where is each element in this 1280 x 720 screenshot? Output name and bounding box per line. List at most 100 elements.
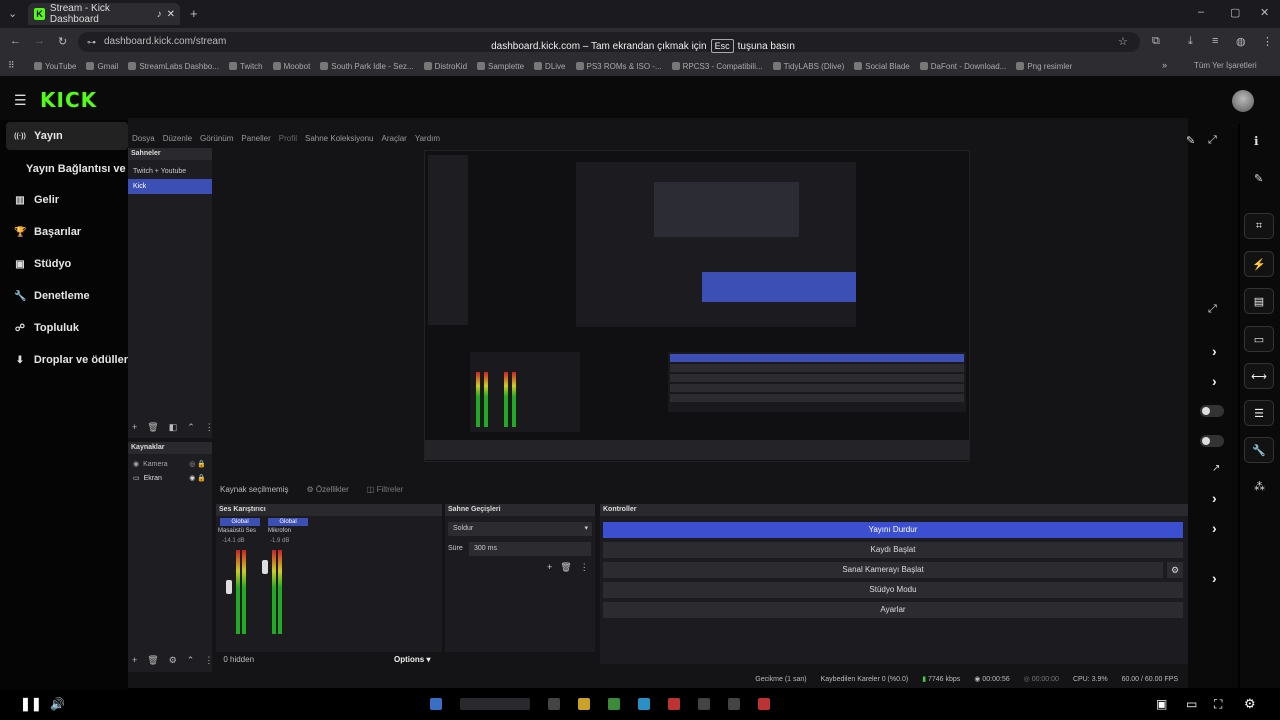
obs-menu-item[interactable]: Dosya (132, 134, 155, 143)
raid-icon[interactable]: ⟷ (1244, 363, 1274, 389)
bookmark-item[interactable]: Samplette (477, 62, 524, 71)
forward-icon[interactable]: → (34, 35, 45, 47)
bookmark-item[interactable]: Gmail (86, 62, 118, 71)
window-close-icon[interactable]: ✕ (1260, 6, 1269, 19)
all-bookmarks[interactable]: Tüm Yer İşaretleri (1194, 61, 1257, 70)
virtual-camera-settings-icon[interactable]: ⚙ (1167, 562, 1183, 578)
visibility-icon[interactable]: ◉ 🔒 (189, 472, 206, 486)
bookmark-item[interactable]: Twitch (228, 62, 263, 71)
minimize-icon[interactable]: – (1198, 6, 1204, 18)
apps-icon[interactable]: ⠿ (8, 60, 15, 71)
popout-icon[interactable]: ⤢ (1208, 303, 1217, 316)
download-icon[interactable]: ⤓ (1188, 35, 1193, 48)
scene-up-icon[interactable]: ⌃ (187, 422, 195, 433)
transition-more-icon[interactable]: ⋮ (580, 562, 589, 573)
chevron-right-icon[interactable]: › (1212, 490, 1217, 506)
volume-slider[interactable] (262, 560, 268, 574)
new-tab-icon[interactable]: + (190, 6, 198, 21)
obs-menu-item[interactable]: Görünüm (200, 134, 233, 143)
source-settings-icon[interactable]: ⚙ (169, 655, 177, 666)
sidebar-item[interactable]: 🏆 Başarılar (6, 218, 128, 246)
info-icon[interactable]: ℹ (1254, 134, 1259, 148)
scene-item[interactable]: Kick (128, 179, 212, 194)
maximize-icon[interactable]: ▢ (1230, 6, 1240, 19)
obs-menu-item[interactable]: Sahne Koleksiyonu (305, 134, 374, 143)
layout-icon[interactable]: ☰ (1244, 400, 1274, 426)
back-icon[interactable]: ← (10, 35, 21, 47)
kick-logo[interactable]: KICK (40, 88, 97, 112)
obs-menu-item[interactable]: Yardım (415, 134, 440, 143)
profile-icon[interactable]: ◍ (1236, 35, 1246, 48)
bookmark-item[interactable]: PS3 ROMs & ISO -... (575, 62, 662, 71)
obs-menu-item[interactable]: Profil (279, 134, 297, 143)
add-source-icon[interactable]: + (132, 655, 137, 666)
pause-icon[interactable]: ❚❚ (20, 696, 42, 712)
source-item[interactable]: ◉ Kamera ◎ 🔒 (128, 458, 212, 472)
sidebar-item[interactable]: ⬇ Droplar ve ödüller (6, 346, 128, 374)
fullscreen-icon[interactable]: ⛶ (1214, 697, 1222, 712)
menu-icon[interactable]: ⋮ (1262, 35, 1273, 48)
bookmark-item[interactable]: RPCS3 - Compatibili... (671, 62, 763, 71)
theater-icon[interactable]: ▭ (1186, 697, 1197, 711)
add-scene-icon[interactable]: + (132, 422, 137, 433)
start-recording-button[interactable]: Kaydı Başlat (603, 542, 1183, 558)
edit-icon[interactable]: ✎ (1186, 134, 1195, 147)
source-item[interactable]: ▭ Ekran ◉ 🔒 (128, 472, 212, 486)
popout-icon[interactable]: ⤢ (1208, 134, 1217, 147)
transition-select[interactable]: Soldur ▾ (448, 522, 592, 536)
clipboard-icon[interactable]: ▤ (1244, 288, 1274, 314)
filters-button[interactable]: ◫ Filtreler (367, 485, 403, 494)
sidebar-item[interactable]: Yayın Bağlantısı ve A (6, 155, 128, 183)
scene-item[interactable]: Twitch + Youtube (128, 164, 212, 179)
bookmark-item[interactable]: Moobot (272, 62, 310, 71)
options-button[interactable]: Options ▾ (394, 655, 430, 664)
site-info-icon[interactable]: ⊶ (87, 32, 96, 52)
extensions-icon[interactable]: ⧉ (1152, 35, 1160, 48)
hamburger-icon[interactable]: ☰ (14, 92, 27, 109)
delete-transition-icon[interactable]: 🗑 (560, 562, 571, 573)
tools-icon[interactable]: 🔧 (1244, 437, 1274, 463)
share-icon[interactable]: ⁂ (1254, 480, 1265, 493)
bolt-icon[interactable]: ⚡ (1244, 251, 1274, 277)
miniplayer-icon[interactable]: ▣ (1156, 697, 1167, 711)
volume-slider[interactable] (226, 580, 232, 594)
channel-name[interactable]: Mikrofon (268, 528, 291, 534)
delete-source-icon[interactable]: 🗑 (147, 655, 158, 666)
source-more-icon[interactable]: ⋮ (204, 655, 213, 666)
obs-menu-item[interactable]: Paneller (241, 134, 270, 143)
chart-icon[interactable]: ↗ (1212, 463, 1220, 474)
bookmark-item[interactable]: DistroKid (423, 62, 467, 71)
star-icon[interactable]: ☆ (1118, 35, 1128, 48)
toggle-switch[interactable] (1200, 435, 1224, 447)
scene-more-icon[interactable]: ⋮ (205, 422, 214, 433)
pencil-icon[interactable]: ✎ (1254, 172, 1263, 185)
sidebar-item[interactable]: ▥ Gelir (6, 186, 128, 214)
bookmark-item[interactable]: TidyLABS (Dlive) (772, 62, 844, 71)
sidebar-item[interactable]: ((·)) Yayın (6, 122, 128, 150)
volume-icon[interactable]: 🔊 (50, 697, 65, 711)
chevron-right-icon[interactable]: › (1212, 343, 1217, 359)
sidebar-item[interactable]: ☍ Topluluk (6, 314, 128, 342)
chevron-right-icon[interactable]: › (1212, 520, 1217, 536)
avatar[interactable] (1232, 90, 1254, 112)
stop-stream-button[interactable]: Yayını Durdur (603, 522, 1183, 538)
player-settings-icon[interactable]: ⚙ (1244, 696, 1256, 712)
properties-button[interactable]: ⚙ Özellikler (306, 485, 348, 494)
reload-icon[interactable]: ↻ (58, 35, 67, 48)
tab-list-icon[interactable]: ⌄ (8, 7, 17, 20)
chat-icon[interactable]: ▭ (1244, 326, 1274, 352)
media-icon[interactable]: ≡ (1212, 35, 1218, 47)
visibility-icon[interactable]: ◎ 🔒 (189, 458, 206, 472)
bookmark-item[interactable]: YouTube (34, 62, 76, 71)
tab-close-icon[interactable]: ✕ (167, 9, 175, 20)
bookmark-item[interactable]: Png resimler (1016, 62, 1072, 71)
obs-menu-item[interactable]: Araçlar (382, 134, 407, 143)
sidebar-item[interactable]: 🔧 Denetleme (6, 282, 128, 310)
tab-audio-icon[interactable]: ♪ (157, 9, 162, 20)
duration-field[interactable]: 300 ms (469, 542, 591, 556)
crop-icon[interactable]: ⌗ (1244, 213, 1274, 239)
delete-scene-icon[interactable]: 🗑 (147, 422, 158, 433)
bookmark-item[interactable]: DLive (534, 62, 566, 71)
settings-button[interactable]: Ayarlar (603, 602, 1183, 618)
studio-mode-button[interactable]: Stüdyo Modu (603, 582, 1183, 598)
